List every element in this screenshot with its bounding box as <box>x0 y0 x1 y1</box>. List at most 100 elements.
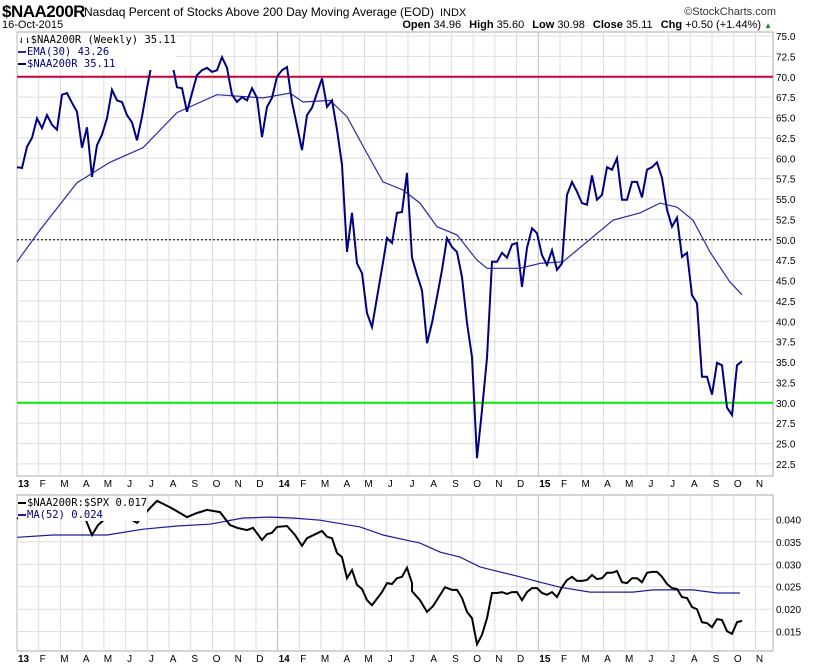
lower-legend: $NAA200R:$SPX 0.017 MA(52) 0.024 <box>18 497 148 521</box>
y-tick-label: 22.5 <box>776 460 796 471</box>
x-tick-label: S <box>191 479 198 490</box>
x-tick-label: M <box>364 479 372 490</box>
x-tick-label: A <box>83 479 90 490</box>
x-tick-label: J <box>648 479 653 490</box>
x-tick-label: D <box>517 479 524 490</box>
ma-swatch-icon <box>18 514 26 516</box>
x-tick-label: S <box>713 654 720 665</box>
legend-ratio: $NAA200R:$SPX 0.017 <box>18 497 147 509</box>
y-tick-label: 0.030 <box>776 560 801 571</box>
x-tick-label: J <box>409 654 414 665</box>
legend-ema: EMA(30) 43.26 <box>18 46 176 58</box>
x-tick-label: D <box>256 479 263 490</box>
x-tick-label: 15 <box>539 654 551 665</box>
legend-title: ⇃⇂$NAA200R (Weekly) 35.11 <box>18 34 177 46</box>
x-tick-label: S <box>452 654 459 665</box>
x-tick-label: M <box>321 479 329 490</box>
x-tick-label: N <box>235 654 242 665</box>
x-tick-label: 14 <box>279 654 291 665</box>
y-tick-label: 0.035 <box>776 538 801 549</box>
x-tick-label: S <box>452 479 459 490</box>
x-tick-label: A <box>170 479 177 490</box>
chart-canvas: 13 13 F F M M A A M M J J J J A A S S O O N N D D 14 14 F F M M A A M M J J… <box>16 31 801 665</box>
x-tick-label: A <box>343 654 350 665</box>
x-tick-label: N <box>235 479 242 490</box>
x-tick-label: 14 <box>279 479 291 490</box>
x-tick-label: N <box>495 654 502 665</box>
y-tick-label: 72.5 <box>776 52 796 63</box>
x-tick-label: A <box>604 479 611 490</box>
y-tick-label: 40.0 <box>776 317 796 328</box>
y-tick-label: 0.020 <box>776 605 801 616</box>
x-tick-label: 13 <box>18 654 30 665</box>
y-tick-label: 62.5 <box>776 134 796 145</box>
x-tick-label: A <box>430 479 437 490</box>
y-tick-label: 25.0 <box>776 440 796 451</box>
x-tick-label: M <box>60 479 68 490</box>
x-tick-label: J <box>409 479 414 490</box>
x-tick-label: S <box>191 654 198 665</box>
y-tick-label: 70.0 <box>776 73 796 84</box>
x-tick-label: N <box>756 654 763 665</box>
x-tick-label: S <box>713 479 720 490</box>
y-tick-label: 37.5 <box>776 338 796 349</box>
main-panel-frame <box>16 31 774 477</box>
x-tick-label: D <box>517 654 524 665</box>
y-tick-label: 47.5 <box>776 256 796 267</box>
y-tick-label: 52.5 <box>776 215 796 226</box>
x-tick-label: O <box>213 479 221 490</box>
y-tick-label: 35.0 <box>776 358 796 369</box>
x-tick-label: J <box>149 654 154 665</box>
x-tick-label: J <box>149 479 154 490</box>
x-tick-label: J <box>648 654 653 665</box>
x-tick-label: F <box>40 479 46 490</box>
y-tick-label: 0.040 <box>776 515 801 526</box>
x-tick-label: O <box>473 479 481 490</box>
x-tick-label: J <box>388 479 393 490</box>
x-tick-label: J <box>670 479 675 490</box>
y-tick-label: 0.025 <box>776 583 801 594</box>
x-tick-label: M <box>104 654 112 665</box>
x-tick-label: A <box>604 654 611 665</box>
x-tick-label: A <box>430 654 437 665</box>
x-tick-label: A <box>343 479 350 490</box>
x-tick-label: A <box>691 479 698 490</box>
y-tick-label: 45.0 <box>776 277 796 288</box>
x-tick-label: M <box>582 654 590 665</box>
x-tick-label: F <box>561 479 567 490</box>
x-tick-label: O <box>734 479 742 490</box>
x-tick-label: O <box>734 654 742 665</box>
x-tick-label: F <box>300 654 306 665</box>
x-tick-label: M <box>321 654 329 665</box>
legend-price: $NAA200R 35.11 <box>18 58 176 70</box>
ema-swatch-icon <box>18 51 26 53</box>
y-tick-label: 57.5 <box>776 175 796 186</box>
x-tick-label: O <box>213 654 221 665</box>
x-tick-label: A <box>691 654 698 665</box>
x-tick-label: N <box>756 479 763 490</box>
x-tick-label: M <box>625 654 633 665</box>
x-tick-label: J <box>670 654 675 665</box>
x-tick-label: J <box>388 654 393 665</box>
y-tick-label: 67.5 <box>776 93 796 104</box>
x-tick-label: N <box>495 479 502 490</box>
y-tick-label: 60.0 <box>776 154 796 165</box>
y-tick-label: 55.0 <box>776 195 796 206</box>
y-tick-label: 42.5 <box>776 297 796 308</box>
y-tick-label: 0.015 <box>776 628 801 639</box>
ohlc-bars-icon: ⇃⇂ <box>18 34 31 46</box>
price-swatch-icon <box>18 63 26 65</box>
y-tick-label: 27.5 <box>776 419 796 430</box>
y-tick-label: 65.0 <box>776 114 796 125</box>
x-tick-label: M <box>582 479 590 490</box>
x-tick-label: F <box>561 654 567 665</box>
ratio-swatch-icon <box>18 502 26 504</box>
x-tick-label: M <box>364 654 372 665</box>
x-tick-label: J <box>127 479 132 490</box>
x-tick-label: F <box>40 654 46 665</box>
y-tick-label: 32.5 <box>776 378 796 389</box>
y-tick-label: 75.0 <box>776 32 796 43</box>
x-tick-label: M <box>60 654 68 665</box>
legend-ma: MA(52) 0.024 <box>18 509 147 521</box>
x-tick-label: A <box>83 654 90 665</box>
